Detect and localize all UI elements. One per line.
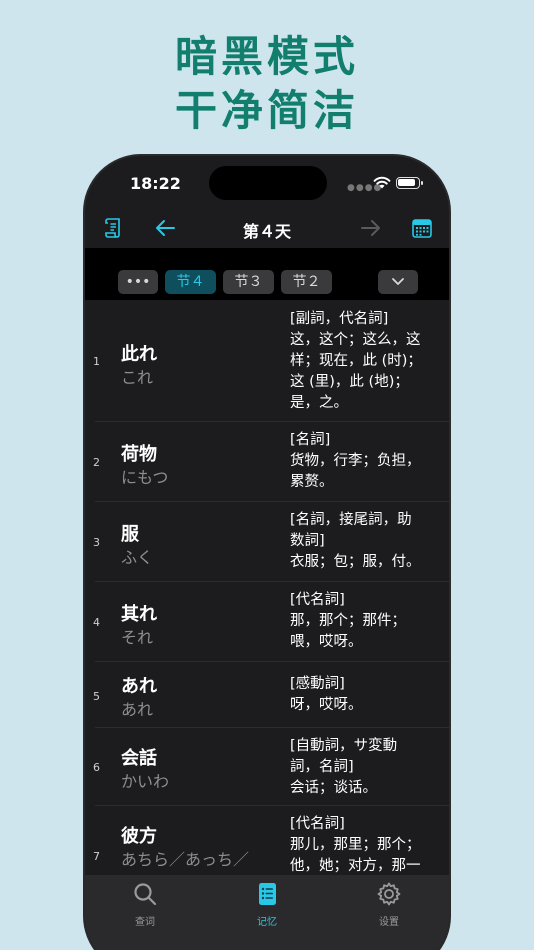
search-icon (134, 883, 157, 906)
list-item[interactable]: 6 会話 かいわ [自動詞，サ変動 詞，名詞] 会话；谈话。 (85, 728, 449, 806)
meaning-line: [自動詞，サ変動 (290, 738, 398, 754)
item-word: あれ (121, 676, 157, 697)
status-bar: 18:22 ●●●● (85, 156, 449, 206)
section-tabs: ••• 节４ 节３ 节２ (85, 248, 449, 300)
tab-search-label: 查词 (135, 917, 155, 928)
expand-button[interactable] (378, 270, 418, 294)
item-meaning: [感動詞] 呀，哎呀。 (290, 674, 440, 716)
item-number: 5 (93, 690, 100, 703)
promo-line-2: 干净简洁 (174, 86, 359, 135)
item-meaning: [名詞] 货物，行李；负担， 累赘。 (290, 430, 440, 493)
meaning-line: 呀，哎呀。 (290, 697, 363, 713)
list-item[interactable]: 1 此れ これ [副詞，代名詞] 这，这个；这么，这 样；现在，此 (时)； 这… (85, 300, 449, 422)
tab-section-4[interactable]: 节４ (165, 270, 216, 294)
item-reading: かいわ (121, 772, 170, 791)
item-meaning: [自動詞，サ変動 詞，名詞] 会话；谈话。 (290, 736, 440, 799)
item-number: 2 (93, 456, 100, 469)
meaning-line: 那，那个；那件； (290, 613, 406, 629)
tab-section-3[interactable]: 节３ (223, 270, 274, 294)
list-item[interactable]: 5 あれ あれ [感動詞] 呀，哎呀。 (85, 662, 449, 728)
gear-icon (377, 882, 401, 906)
meaning-line: 衣服；包；服，付。 (290, 554, 421, 570)
item-word: 此れ (121, 344, 157, 365)
item-number: 6 (93, 761, 100, 774)
tab-settings-label: 设置 (379, 917, 399, 928)
meaning-line: [名詞，接尾詞，助 (290, 512, 412, 528)
nav-title: 第４天 (242, 222, 291, 241)
calendar-icon[interactable] (408, 214, 436, 242)
item-reading: それ (121, 628, 154, 647)
word-list[interactable]: 1 此れ これ [副詞，代名詞] 这，这个；这么，这 样；现在，此 (时)； 这… (85, 300, 449, 875)
forward-arrow-icon[interactable] (357, 214, 385, 242)
item-number: 3 (93, 536, 100, 549)
promo-line-1: 暗黑模式 (174, 32, 359, 81)
meaning-line: 这 (里)，此 (地)； (290, 374, 409, 390)
nav-bar: 第４天 (85, 206, 449, 248)
item-reading: あちら／あっち／ (121, 850, 250, 869)
item-reading: ふく (121, 548, 154, 567)
meaning-line: [代名詞] (290, 816, 345, 832)
meaning-line: 喂，哎呀。 (290, 634, 363, 650)
tab-bar: 查词 记忆 设置 (85, 875, 449, 950)
tab-memory-label: 记忆 (257, 917, 277, 928)
meaning-line: [副詞，代名詞] (290, 311, 389, 327)
meaning-line: [代名詞] (290, 592, 345, 608)
tab-search[interactable]: 查词 (115, 881, 175, 928)
item-number: 1 (93, 355, 100, 368)
battery-icon (396, 177, 423, 189)
item-reading: あれ (121, 700, 154, 719)
tab-settings[interactable]: 设置 (359, 881, 419, 928)
item-meaning: [名詞，接尾詞，助 数詞] 衣服；包；服，付。 (290, 510, 440, 573)
chevron-down-icon (392, 278, 404, 285)
list-item[interactable]: 2 荷物 にもつ [名詞] 货物，行李；负担， 累赘。 (85, 422, 449, 502)
tab-section-2[interactable]: 节２ (281, 270, 332, 294)
list-item[interactable]: 7 彼方 あちら／あっち／ [代名詞] 那儿，那里；那个； 他，她；对方，那一 (85, 806, 449, 875)
wifi-icon (373, 176, 391, 189)
meaning-line: 是，之。 (290, 395, 348, 411)
item-number: 4 (93, 616, 100, 629)
item-reading: にもつ (121, 468, 169, 487)
item-word: 服 (121, 524, 139, 545)
more-button[interactable]: ••• (118, 270, 158, 294)
meaning-line: 会话；谈话。 (290, 780, 377, 796)
notebook-icon (259, 883, 276, 905)
phone-frame: 18:22 ●●●● 第４天 ••• 节４ 节３ 节２ 1 此れ これ [副詞，… (83, 154, 451, 950)
status-time: 18:22 (130, 174, 181, 193)
item-reading: これ (121, 368, 154, 387)
meaning-line: 詞，名詞] (290, 759, 354, 775)
item-word: 会話 (121, 748, 157, 769)
tab-memory[interactable]: 记忆 (237, 881, 297, 928)
meaning-line: [名詞] (290, 432, 331, 448)
item-meaning: [代名詞] 那，那个；那件； 喂，哎呀。 (290, 590, 440, 653)
meaning-line: 样；现在，此 (时)； (290, 353, 422, 369)
item-meaning: [代名詞] 那儿，那里；那个； 他，她；对方，那一 (290, 814, 440, 875)
dynamic-island (209, 166, 327, 200)
promo-headline: 暗黑模式 干净简洁 (0, 30, 534, 138)
meaning-line: [感動詞] (290, 676, 345, 692)
meaning-line: 他，她；对方，那一 (290, 858, 421, 874)
item-meaning: [副詞，代名詞] 这，这个；这么，这 样；现在，此 (时)； 这 (里)，此 (… (290, 309, 440, 414)
list-item[interactable]: 3 服 ふく [名詞，接尾詞，助 数詞] 衣服；包；服，付。 (85, 502, 449, 582)
meaning-line: 那儿，那里；那个； (290, 837, 421, 853)
list-item[interactable]: 4 其れ それ [代名詞] 那，那个；那件； 喂，哎呀。 (85, 582, 449, 662)
meaning-line: 这，这个；这么，这 (290, 332, 421, 348)
meaning-line: 累赘。 (290, 474, 334, 490)
item-word: 荷物 (121, 444, 157, 465)
item-number: 7 (93, 850, 100, 863)
meaning-line: 数詞] (290, 533, 325, 549)
item-word: 彼方 (121, 826, 157, 847)
meaning-line: 货物，行李；负担， (290, 453, 421, 469)
item-word: 其れ (121, 604, 157, 625)
